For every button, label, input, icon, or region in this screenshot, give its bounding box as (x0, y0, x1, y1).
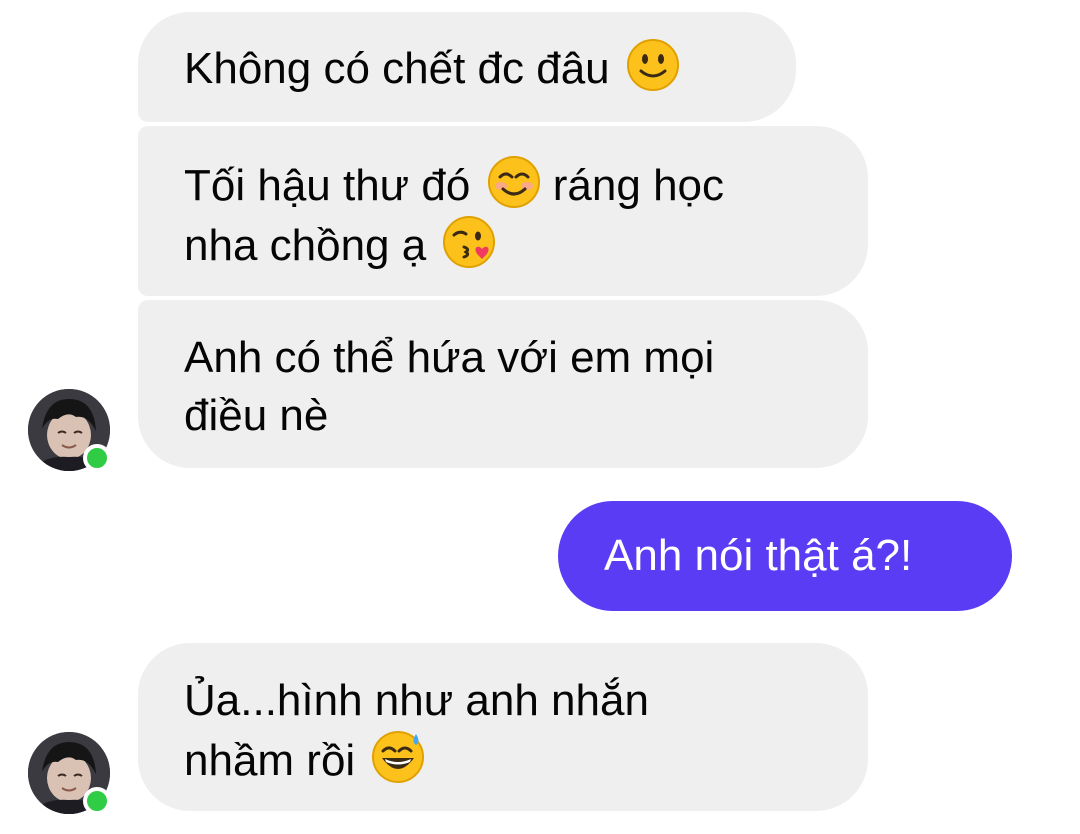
contact-avatar[interactable] (28, 732, 111, 815)
message-bubble-incoming[interactable]: Ủa...hình như anh nhắn nhầm rồi (138, 643, 868, 811)
online-status-dot (83, 787, 111, 815)
message-line: Anh có thể hứa với em mọi (184, 329, 822, 387)
message-bubble-incoming[interactable]: Tối hậu thư đó ráng học nha chồng ạ (138, 126, 868, 296)
message-text: nhầm rồi (184, 736, 356, 785)
message-text: Không có chết đc đâu (184, 44, 610, 93)
slightly-smiling-face-icon (626, 38, 680, 92)
message-line: nha chồng ạ (184, 215, 822, 275)
message-line: nhầm rồi (184, 730, 822, 790)
message-line: điều nè (184, 387, 822, 445)
message-line: Ủa...hình như anh nhắn (184, 672, 822, 730)
contact-avatar[interactable] (28, 389, 111, 472)
message-text: Anh có thể hứa với em mọi (184, 333, 715, 382)
message-text: ráng học (552, 161, 725, 210)
message-bubble-outgoing[interactable]: Anh nói thật á?! (558, 501, 1012, 611)
online-status-dot (83, 444, 111, 472)
message-text: điều nè (184, 391, 329, 440)
message-bubble-incoming[interactable]: Không có chết đc đâu (138, 12, 796, 122)
message-line: Tối hậu thư đó ráng học (184, 155, 822, 215)
grinning-face-with-sweat-icon (371, 730, 425, 784)
message-text: Tối hậu thư đó (184, 161, 471, 210)
message-text: Ủa...hình như anh nhắn (184, 676, 649, 725)
message-line: Không có chết đc đâu (184, 38, 750, 98)
smiling-face-icon (487, 155, 541, 209)
face-blowing-kiss-icon (442, 215, 496, 269)
message-text: Anh nói thật á?! (604, 531, 913, 580)
message-text: nha chồng ạ (184, 221, 427, 270)
message-bubble-incoming[interactable]: Anh có thể hứa với em mọi điều nè (138, 300, 868, 468)
